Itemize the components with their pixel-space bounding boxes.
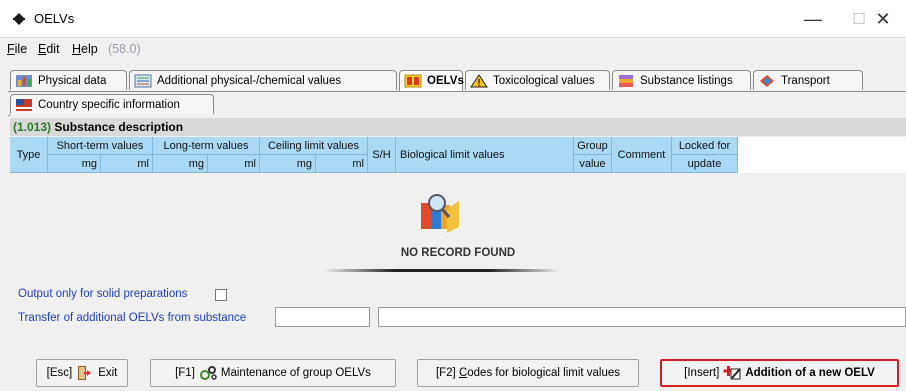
col-short-term[interactable]: Short-term values	[48, 137, 153, 155]
add-label: Addition of a new OELV	[745, 367, 875, 379]
maintenance-group-oelvs-button[interactable]: [F1] Maintenance of group OELVs	[150, 359, 396, 387]
app-diamond-icon	[13, 13, 25, 25]
flag-icon	[16, 98, 32, 111]
close-icon: ✕	[875, 8, 891, 29]
codes-biological-button[interactable]: [F2] Codes for biological limit values	[417, 359, 639, 387]
tab-toxicological-values[interactable]: Toxicological values	[465, 70, 610, 90]
col-long-ml[interactable]: ml	[208, 155, 260, 173]
tab-label: Substance listings	[640, 74, 733, 87]
exit-button[interactable]: [Esc] Exit	[36, 359, 128, 387]
listings-icon	[619, 74, 633, 87]
no-record-found-text: NO RECORD FOUND	[400, 247, 516, 259]
hazard-icon	[470, 73, 488, 87]
oelv-icon	[404, 74, 422, 88]
transfer-substance-name-input[interactable]	[378, 307, 906, 327]
solid-preparations-label: Output only for solid preparations	[18, 288, 188, 300]
col-ceiling-mg[interactable]: mg	[260, 155, 316, 173]
col-ceiling[interactable]: Ceiling limit values	[260, 137, 368, 155]
tab-divider	[8, 91, 906, 92]
add-edit-icon	[723, 366, 742, 380]
codes-label: odes for biological limit values	[467, 367, 621, 379]
physical-data-icon	[16, 74, 32, 87]
col-short-mg[interactable]: mg	[48, 155, 101, 173]
col-biological[interactable]: Biological limit values	[396, 137, 574, 173]
col-group-2[interactable]: value	[574, 155, 612, 173]
grid-header: Type Short-term values mg ml Long-term v…	[10, 137, 906, 173]
gears-icon	[199, 366, 217, 380]
section-header: (1.013) Substance description	[10, 118, 906, 136]
tab-label: Transport	[781, 74, 830, 87]
menu-file[interactable]: File	[7, 42, 27, 56]
tab-label: Physical data	[38, 74, 107, 87]
menu-edit[interactable]: Edit	[38, 42, 60, 56]
add-new-oelv-button[interactable]: [Insert] Addition of a new OELV	[660, 359, 899, 387]
transfer-substance-input[interactable]	[275, 307, 370, 327]
oelv-panel: (1.013) Substance description Type Short…	[10, 115, 906, 391]
tab-additional-values[interactable]: Additional physical-/chemical values	[129, 70, 397, 90]
col-ceiling-ml[interactable]: ml	[316, 155, 368, 173]
col-locked-2[interactable]: update	[672, 155, 738, 173]
close-button[interactable]: ✕	[860, 0, 906, 38]
col-locked-1[interactable]: Locked for	[672, 137, 738, 155]
col-comment[interactable]: Comment	[612, 137, 672, 173]
transport-icon	[760, 74, 774, 87]
col-type[interactable]: Type	[10, 137, 48, 173]
solid-preparations-checkbox[interactable]	[215, 289, 227, 301]
transfer-label: Transfer of additional OELVs from substa…	[18, 312, 247, 324]
tab-substance-listings[interactable]: Substance listings	[612, 70, 751, 90]
tab-label: OELVs	[427, 75, 464, 87]
chemical-values-icon	[134, 74, 152, 87]
col-sh[interactable]: S/H	[368, 137, 396, 173]
minimize-button[interactable]: —	[790, 0, 836, 38]
section-code: (1.013)	[13, 120, 52, 134]
tab-label: Additional physical-/chemical values	[157, 74, 342, 87]
col-group-1[interactable]: Group	[574, 137, 612, 155]
col-long-mg[interactable]: mg	[153, 155, 208, 173]
section-title: Substance description	[54, 120, 184, 134]
tab-transport[interactable]: Transport	[753, 70, 863, 90]
exit-shortcut: [Esc]	[46, 367, 73, 379]
exit-door-icon	[78, 366, 92, 380]
minimize-icon: —	[804, 8, 822, 29]
empty-records-area: NO RECORD FOUND	[10, 173, 906, 278]
tab-label: Toxicological values	[493, 74, 595, 87]
tab-label: Country specific information	[38, 98, 180, 111]
tab-physical-data[interactable]: Physical data	[10, 70, 127, 90]
codes-shortcut: [F2]	[435, 367, 456, 379]
menu-help[interactable]: Help	[72, 42, 98, 56]
col-short-ml[interactable]: ml	[101, 155, 153, 173]
maint-label: Maintenance of group OELVs	[220, 367, 371, 379]
add-shortcut: [Insert]	[684, 367, 720, 379]
no-record-found-icon	[421, 194, 459, 233]
menu-bar: File Edit Help (58.0)	[0, 39, 906, 59]
no-record-divider	[324, 269, 560, 272]
title-bar: OELVs — ☐ ✕	[0, 0, 906, 38]
col-long-term[interactable]: Long-term values	[153, 137, 260, 155]
tab-country-specific[interactable]: Country specific information	[10, 94, 214, 114]
exit-label: Exit	[98, 367, 118, 379]
codes-accel: C	[458, 367, 468, 379]
version-label: (58.0)	[108, 42, 141, 56]
maint-shortcut: [F1]	[175, 367, 195, 379]
tab-oelvs[interactable]: OELVs	[399, 70, 464, 91]
window-title: OELVs	[34, 11, 75, 26]
